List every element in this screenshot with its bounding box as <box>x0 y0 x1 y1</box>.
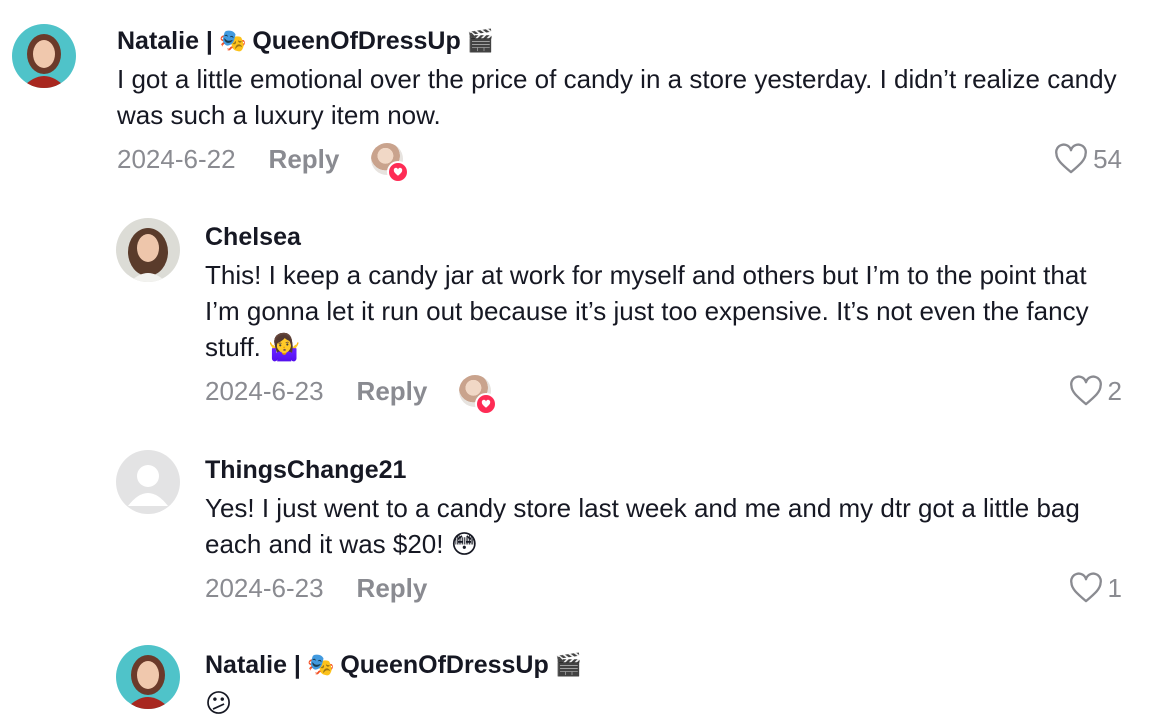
reply-button[interactable]: Reply <box>269 144 340 175</box>
theater-mask-emoji: 🎭 <box>218 28 247 53</box>
theater-mask-emoji: 🎭 <box>306 652 335 677</box>
reply-item: Chelsea This! I keep a candy jar at work… <box>0 218 1152 418</box>
reply-item: ThingsChange21 Yes! I just went to a can… <box>0 450 1152 610</box>
reply-item: Natalie | 🎭 QueenOfDressUp 🎬 😕 <box>0 645 1152 728</box>
username[interactable]: Chelsea <box>205 222 1122 252</box>
comment-date: 2024-6-23 <box>205 572 324 603</box>
comment-text: Yes! I just went to a candy store last w… <box>205 493 1080 559</box>
username-prefix: Natalie | <box>117 27 213 55</box>
like-count: 54 <box>1093 143 1122 174</box>
avatar[interactable] <box>116 645 180 709</box>
username-suffix: QueenOfDressUp <box>340 651 549 679</box>
creator-liked-heart-icon <box>475 393 498 415</box>
comment-meta: 2024-6-22 Reply 54 <box>117 139 1122 183</box>
username-prefix: Natalie | <box>205 651 301 679</box>
avatar[interactable] <box>12 24 76 88</box>
like-button[interactable]: 2 <box>1068 371 1122 411</box>
clapper-board-emoji: 🎬 <box>554 652 583 677</box>
heart-outline-icon <box>1069 572 1102 603</box>
username[interactable]: Natalie | 🎭 QueenOfDressUp 🎬 <box>205 650 1122 680</box>
comment-text: 😕 <box>205 688 233 718</box>
comment-body: Natalie | 🎭 QueenOfDressUp 🎬 I got a lit… <box>117 26 1122 183</box>
reply-button[interactable]: Reply <box>357 376 428 407</box>
comment-body: Natalie | 🎭 QueenOfDressUp 🎬 😕 <box>205 650 1122 721</box>
creator-liked-heart-icon <box>387 161 410 183</box>
like-button[interactable]: 54 <box>1053 139 1122 179</box>
like-count: 1 <box>1107 572 1122 603</box>
creator-liked-badge <box>371 143 410 183</box>
clapper-board-emoji: 🎬 <box>466 28 495 53</box>
heart-outline-icon <box>1055 143 1087 174</box>
avatar[interactable] <box>116 218 180 282</box>
creator-liked-badge <box>459 375 498 415</box>
username[interactable]: Natalie | 🎭 QueenOfDressUp 🎬 <box>117 26 1122 56</box>
comment-meta: 2024-6-23 Reply 2 <box>205 371 1122 415</box>
reply-button[interactable]: Reply <box>357 573 428 604</box>
like-button[interactable]: 1 <box>1068 568 1122 608</box>
comment-body: Chelsea This! I keep a candy jar at work… <box>205 222 1122 415</box>
default-avatar-icon[interactable] <box>116 450 180 514</box>
comment-item: Natalie | 🎭 QueenOfDressUp 🎬 I got a lit… <box>0 24 1152 194</box>
username-suffix: QueenOfDressUp <box>252 27 461 55</box>
heart-outline-icon <box>1069 375 1102 406</box>
comment-text: This! I keep a candy jar at work for mys… <box>205 260 1089 362</box>
comment-meta: 2024-6-23 Reply 1 <box>205 568 1122 608</box>
comment-text: I got a little emotional over the price … <box>117 64 1117 130</box>
comment-body: ThingsChange21 Yes! I just went to a can… <box>205 455 1122 608</box>
comment-date: 2024-6-23 <box>205 375 324 406</box>
comment-date: 2024-6-22 <box>117 143 236 174</box>
like-count: 2 <box>1107 375 1122 406</box>
username[interactable]: ThingsChange21 <box>205 455 1122 485</box>
